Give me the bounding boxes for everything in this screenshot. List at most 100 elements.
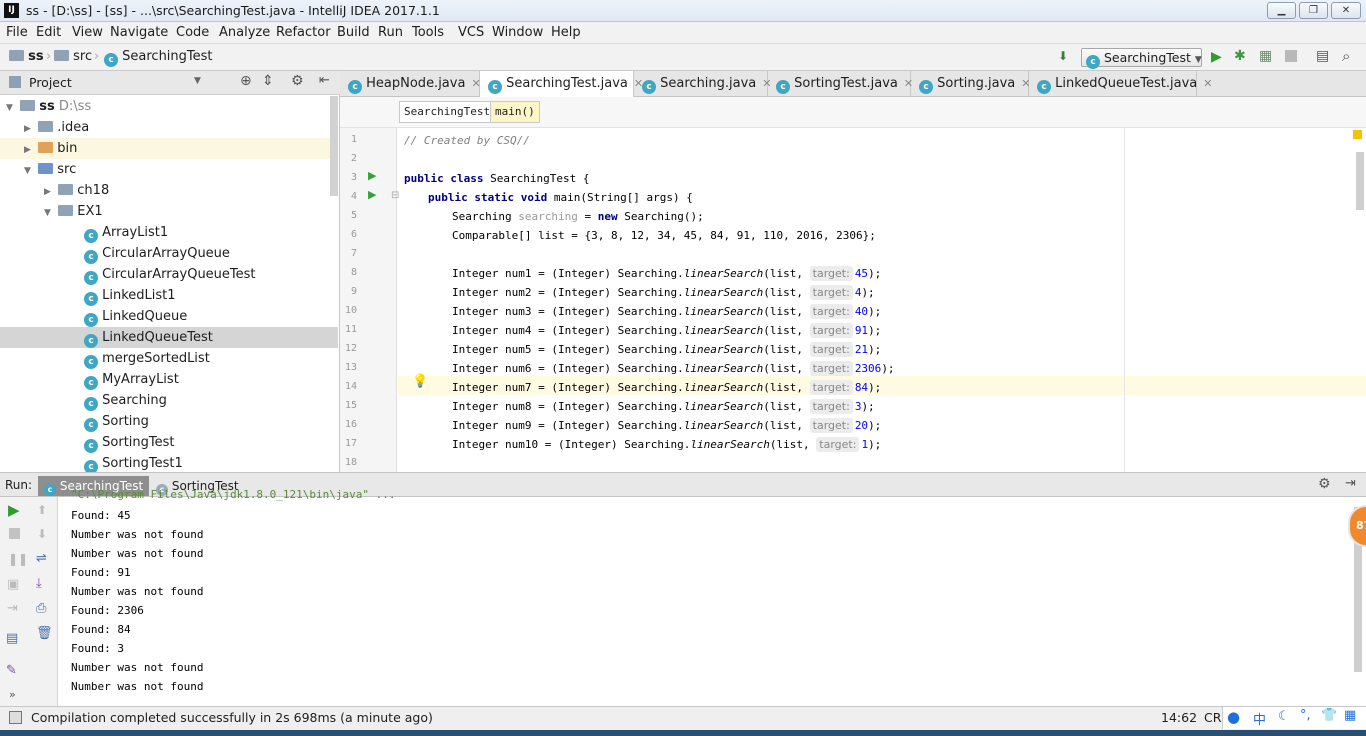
search-icon[interactable]: ⌕ <box>1342 47 1350 65</box>
pause-icon[interactable]: ❚❚ <box>8 552 28 566</box>
tree-item-src[interactable]: ▼ src <box>0 159 338 180</box>
tree-item-class[interactable]: c ArrayList1 <box>0 222 338 243</box>
tab-sorting[interactable]: c Sorting.java ✕ <box>911 71 1030 97</box>
gear-icon[interactable]: ⚙ <box>1318 476 1331 492</box>
stop-icon[interactable] <box>9 528 20 539</box>
menu-build[interactable]: Build <box>337 25 370 40</box>
collapse-all-icon[interactable]: ⇕ <box>262 73 274 89</box>
caret-position[interactable]: 14:62 <box>1161 710 1197 725</box>
console-line: Found: 91 <box>71 566 131 579</box>
nav-crumb-project[interactable]: ss <box>9 49 44 64</box>
menu-tools[interactable]: Tools <box>412 25 444 40</box>
menu-window[interactable]: Window <box>492 25 543 40</box>
editor-scrollbar[interactable] <box>1356 152 1364 210</box>
minimize-button[interactable]: ▁ <box>1267 2 1296 19</box>
menu-edit[interactable]: Edit <box>36 25 61 40</box>
console-output[interactable]: "C:\Program Files\Java\jdk1.8.0_121\bin\… <box>58 488 1366 706</box>
editor-breadcrumb: SearchingTest main() <box>340 97 1366 128</box>
project-icon <box>9 76 21 88</box>
lightbulb-icon[interactable]: 💡 <box>412 374 428 389</box>
menu-view[interactable]: View <box>72 25 103 40</box>
tab-linkedqueuetest[interactable]: c LinkedQueueTest.java ✕ <box>1029 71 1212 97</box>
scroll-to-end-icon[interactable]: ⤓ <box>36 576 42 591</box>
menu-file[interactable]: File <box>6 25 28 40</box>
tree-item-class-selected[interactable]: c LinkedQueueTest <box>0 327 338 348</box>
tree-item-class[interactable]: c CircularArrayQueueTest <box>0 264 338 285</box>
tab-searching[interactable]: c Searching.java ✕ <box>634 71 772 97</box>
dump-threads-icon[interactable]: ▣ <box>7 577 19 592</box>
tree-item-idea[interactable]: ▶ .idea <box>0 117 338 138</box>
close-button[interactable]: ✕ <box>1331 2 1361 19</box>
nav-separator: › <box>46 49 52 64</box>
tree-item-class[interactable]: c MyArrayList <box>0 369 338 390</box>
tab-sortingtest[interactable]: c SortingTest.java ✕ <box>768 71 913 97</box>
breadcrumb-class[interactable]: SearchingTest <box>399 101 496 123</box>
tree-item-class[interactable]: c SortingTest <box>0 432 338 453</box>
arrow-down-icon[interactable]: ⬇ <box>37 527 47 541</box>
breadcrumb-method[interactable]: main() <box>490 101 540 123</box>
project-structure-icon[interactable]: ▤ <box>1316 48 1329 64</box>
runnable-class-icon: c <box>84 355 98 369</box>
run-config-dropdown[interactable]: c SearchingTest ▼ <box>1081 48 1202 69</box>
rerun-icon[interactable]: ▶ <box>8 501 20 519</box>
scroll-from-source-icon[interactable]: ⊕ <box>240 73 252 89</box>
run-icon[interactable]: ▶ <box>1211 49 1222 65</box>
line-number: 10 <box>344 305 357 316</box>
tree-item-class[interactable]: c LinkedList1 <box>0 285 338 306</box>
notification-badge[interactable]: 87 <box>1348 505 1366 547</box>
code-area[interactable]: // Created by CSQ// public class Searchi… <box>398 128 1366 472</box>
tree-item-bin[interactable]: ▶ bin <box>0 138 338 159</box>
hide-panel-icon[interactable]: ⇤ <box>319 73 330 88</box>
run-method-icon[interactable]: ▶ <box>368 188 376 201</box>
menu-help[interactable]: Help <box>551 25 581 40</box>
menu-vcs[interactable]: VCS <box>458 25 484 40</box>
exit-icon[interactable]: ⇥ <box>7 601 18 616</box>
code-line: Searching searching = new Searching(); <box>452 210 704 223</box>
class-icon: c <box>1086 55 1100 69</box>
tree-item-class[interactable]: c Searching <box>0 390 338 411</box>
arrow-up-icon[interactable]: ⬆ <box>37 503 47 517</box>
tree-item-root[interactable]: ▼ ss D:\ss <box>0 96 338 117</box>
menu-run[interactable]: Run <box>378 25 403 40</box>
build-icon[interactable]: ⬇ <box>1058 49 1068 63</box>
soft-wrap-icon[interactable]: ⇌ <box>36 551 47 566</box>
project-scrollbar[interactable] <box>330 96 338 196</box>
hide-panel-icon[interactable]: ⇥ <box>1345 476 1356 491</box>
run-class-icon[interactable]: ▶ <box>368 169 376 182</box>
tree-item-ex1[interactable]: ▼ EX1 <box>0 201 338 222</box>
tree-item-class[interactable]: c mergeSortedList <box>0 348 338 369</box>
debug-icon[interactable]: ✱ <box>1234 48 1246 64</box>
analysis-status-icon[interactable] <box>1353 130 1362 139</box>
tree-item-class[interactable]: c CircularArrayQueue <box>0 243 338 264</box>
coverage-icon[interactable]: ▦ <box>1259 48 1272 64</box>
line-separator[interactable]: CR <box>1204 710 1221 725</box>
nav-crumb-src[interactable]: src <box>54 49 92 64</box>
tab-heapnode[interactable]: c HeapNode.java ✕ <box>340 71 481 97</box>
menu-code[interactable]: Code <box>176 25 209 40</box>
ime-toolbar[interactable]: ● 中 ☾ °, 👕 ▦ <box>1222 707 1366 729</box>
nav-crumb-class[interactable]: c SearchingTest <box>104 49 213 67</box>
tool-windows-icon[interactable] <box>9 711 22 724</box>
trash-icon[interactable]: 🗑 <box>36 626 53 641</box>
menu-navigate[interactable]: Navigate <box>110 25 168 40</box>
stop-icon[interactable] <box>1285 50 1297 62</box>
layout-icon[interactable]: ▤ <box>6 631 18 646</box>
tree-item-class[interactable]: c Sorting <box>0 411 338 432</box>
restore-button[interactable]: ❐ <box>1299 2 1328 19</box>
pin-icon[interactable]: ✎ <box>6 663 17 678</box>
project-view-selector[interactable]: Project <box>29 75 72 90</box>
chevron-down-icon[interactable]: ▼ <box>194 76 201 86</box>
parameter-hint: target: <box>809 323 853 338</box>
gear-icon[interactable]: ⚙ <box>291 73 304 89</box>
tree-item-ch18[interactable]: ▶ ch18 <box>0 180 338 201</box>
ime-logo-icon: ● <box>1227 708 1241 726</box>
editor-gutter: 1 2 3 4 5 6 7 8 9 10 11 12 13 14 15 16 1… <box>340 128 428 472</box>
close-icon[interactable]: ✕ <box>1203 77 1212 90</box>
more-icon[interactable]: » <box>9 688 16 701</box>
tree-item-class[interactable]: c SortingTest1 <box>0 453 338 472</box>
print-icon[interactable]: ⎙ <box>36 601 46 616</box>
tree-item-class[interactable]: c LinkedQueue <box>0 306 338 327</box>
menu-refactor[interactable]: Refactor <box>276 25 331 40</box>
tab-searchingtest[interactable]: c SearchingTest.java ✕ <box>480 71 643 97</box>
menu-analyze[interactable]: Analyze <box>219 25 270 40</box>
